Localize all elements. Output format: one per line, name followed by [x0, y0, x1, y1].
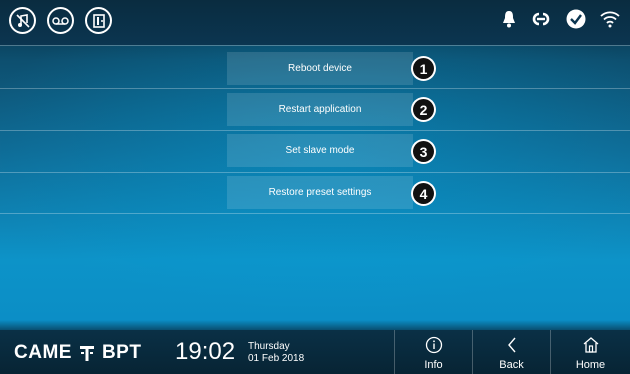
status-bar-left: [9, 7, 112, 34]
brand-bpt: BPT: [101, 342, 142, 363]
callout-4: 4: [411, 181, 436, 206]
divider: [0, 130, 630, 131]
day-label: Thursday: [248, 341, 290, 352]
back-label: Back: [499, 359, 524, 371]
door-icon[interactable]: [85, 7, 112, 34]
brand-symbol-icon: [79, 346, 94, 361]
status-bar: [0, 0, 630, 45]
restart-application-button[interactable]: Restart application: [227, 93, 413, 126]
brand-logo: CAME BPT: [14, 342, 141, 364]
divider: [0, 213, 630, 214]
mute-icon[interactable]: [9, 7, 36, 34]
clock-time: 19:02: [175, 338, 236, 365]
callout-2: 2: [411, 97, 436, 122]
set-slave-mode-button[interactable]: Set slave mode: [227, 134, 413, 167]
divider: [0, 88, 630, 89]
home-icon: [551, 336, 630, 354]
bell-icon[interactable]: [502, 10, 516, 33]
info-icon: [395, 336, 472, 354]
callout-3: 3: [411, 139, 436, 164]
brand-came: CAME: [14, 342, 72, 363]
callout-1: 1: [411, 56, 436, 81]
callout-number: 4: [413, 183, 434, 204]
callout-number: 2: [413, 99, 434, 120]
wifi-icon[interactable]: [600, 10, 620, 33]
info-button[interactable]: Info: [394, 330, 472, 374]
status-bar-right: [502, 9, 620, 34]
link-icon[interactable]: [530, 11, 552, 32]
voicemail-icon[interactable]: [47, 7, 74, 34]
back-button[interactable]: Back: [472, 330, 550, 374]
clock-date: Thursday 01 Feb 2018: [248, 341, 304, 365]
date-label: 01 Feb 2018: [248, 353, 305, 364]
restore-preset-settings-button[interactable]: Restore preset settings: [227, 176, 413, 209]
home-button[interactable]: Home: [550, 330, 630, 374]
divider: [0, 45, 630, 46]
check-icon[interactable]: [566, 9, 586, 34]
screen: Reboot device 1 Restart application 2 Se…: [0, 0, 630, 374]
callout-number: 1: [413, 58, 434, 79]
home-label: Home: [575, 359, 606, 371]
reboot-device-button[interactable]: Reboot device: [227, 52, 413, 85]
info-label: Info: [424, 359, 443, 371]
divider: [0, 172, 630, 173]
chevron-left-icon: [473, 336, 550, 354]
callout-number: 3: [413, 141, 434, 162]
